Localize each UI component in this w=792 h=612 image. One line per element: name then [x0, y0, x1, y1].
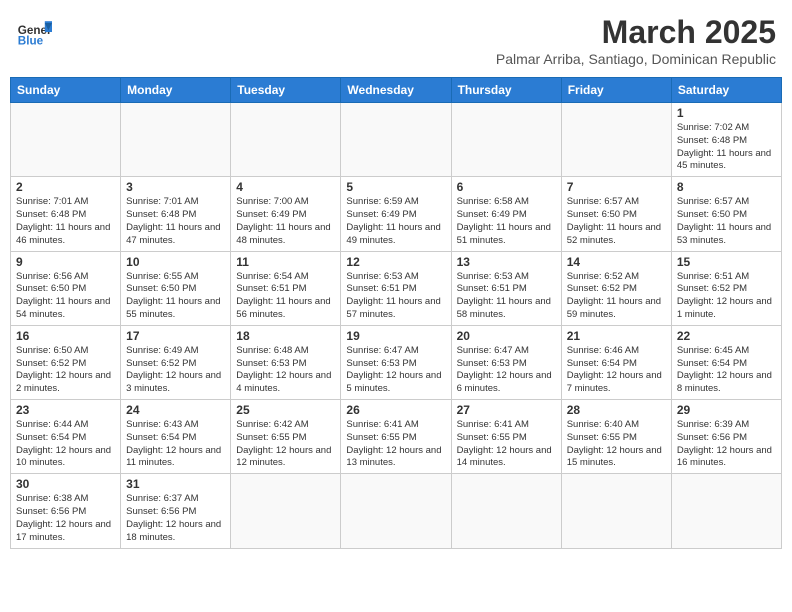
day-13: 13 Sunrise: 6:53 AMSunset: 6:51 PMDaylig… — [451, 251, 561, 325]
day-18: 18 Sunrise: 6:48 AMSunset: 6:53 PMDaylig… — [231, 325, 341, 399]
day-12: 12 Sunrise: 6:53 AMSunset: 6:51 PMDaylig… — [341, 251, 451, 325]
title-section: March 2025 Palmar Arriba, Santiago, Domi… — [496, 14, 776, 67]
day-15: 15 Sunrise: 6:51 AMSunset: 6:52 PMDaylig… — [671, 251, 781, 325]
day-25: 25 Sunrise: 6:42 AMSunset: 6:55 PMDaylig… — [231, 400, 341, 474]
empty-cell — [231, 103, 341, 177]
day-24: 24 Sunrise: 6:43 AMSunset: 6:54 PMDaylig… — [121, 400, 231, 474]
day-31: 31 Sunrise: 6:37 AMSunset: 6:56 PMDaylig… — [121, 474, 231, 548]
header-saturday: Saturday — [671, 78, 781, 103]
day-19: 19 Sunrise: 6:47 AMSunset: 6:53 PMDaylig… — [341, 325, 451, 399]
calendar-row-5: 23 Sunrise: 6:44 AMSunset: 6:54 PMDaylig… — [11, 400, 782, 474]
empty-cell — [121, 103, 231, 177]
empty-cell — [11, 103, 121, 177]
day-1: 1 Sunrise: 7:02 AM Sunset: 6:48 PM Dayli… — [671, 103, 781, 177]
empty-cell — [671, 474, 781, 548]
day-14: 14 Sunrise: 6:52 AMSunset: 6:52 PMDaylig… — [561, 251, 671, 325]
day-17: 17 Sunrise: 6:49 AMSunset: 6:52 PMDaylig… — [121, 325, 231, 399]
day-7: 7 Sunrise: 6:57 AMSunset: 6:50 PMDayligh… — [561, 177, 671, 251]
month-year-title: March 2025 — [496, 14, 776, 51]
location-subtitle: Palmar Arriba, Santiago, Dominican Repub… — [496, 51, 776, 67]
day-26: 26 Sunrise: 6:41 AMSunset: 6:55 PMDaylig… — [341, 400, 451, 474]
day-8: 8 Sunrise: 6:57 AMSunset: 6:50 PMDayligh… — [671, 177, 781, 251]
calendar-row-3: 9 Sunrise: 6:56 AMSunset: 6:50 PMDayligh… — [11, 251, 782, 325]
calendar-row-6: 30 Sunrise: 6:38 AMSunset: 6:56 PMDaylig… — [11, 474, 782, 548]
day-11: 11 Sunrise: 6:54 AMSunset: 6:51 PMDaylig… — [231, 251, 341, 325]
day-9: 9 Sunrise: 6:56 AMSunset: 6:50 PMDayligh… — [11, 251, 121, 325]
empty-cell — [451, 103, 561, 177]
day-27: 27 Sunrise: 6:41 AMSunset: 6:55 PMDaylig… — [451, 400, 561, 474]
header-wednesday: Wednesday — [341, 78, 451, 103]
day-2: 2 Sunrise: 7:01 AMSunset: 6:48 PMDayligh… — [11, 177, 121, 251]
day-6: 6 Sunrise: 6:58 AMSunset: 6:49 PMDayligh… — [451, 177, 561, 251]
day-5: 5 Sunrise: 6:59 AMSunset: 6:49 PMDayligh… — [341, 177, 451, 251]
empty-cell — [341, 103, 451, 177]
day-3: 3 Sunrise: 7:01 AMSunset: 6:48 PMDayligh… — [121, 177, 231, 251]
empty-cell — [231, 474, 341, 548]
day-28: 28 Sunrise: 6:40 AMSunset: 6:55 PMDaylig… — [561, 400, 671, 474]
calendar-table: Sunday Monday Tuesday Wednesday Thursday… — [10, 77, 782, 549]
empty-cell — [561, 474, 671, 548]
day-20: 20 Sunrise: 6:47 AMSunset: 6:53 PMDaylig… — [451, 325, 561, 399]
calendar-row-4: 16 Sunrise: 6:50 AMSunset: 6:52 PMDaylig… — [11, 325, 782, 399]
header-thursday: Thursday — [451, 78, 561, 103]
empty-cell — [341, 474, 451, 548]
day-29: 29 Sunrise: 6:39 AMSunset: 6:56 PMDaylig… — [671, 400, 781, 474]
day-23: 23 Sunrise: 6:44 AMSunset: 6:54 PMDaylig… — [11, 400, 121, 474]
calendar-row-2: 2 Sunrise: 7:01 AMSunset: 6:48 PMDayligh… — [11, 177, 782, 251]
day-16: 16 Sunrise: 6:50 AMSunset: 6:52 PMDaylig… — [11, 325, 121, 399]
empty-cell — [561, 103, 671, 177]
logo-icon: General Blue — [16, 14, 52, 50]
empty-cell — [451, 474, 561, 548]
day-4: 4 Sunrise: 7:00 AMSunset: 6:49 PMDayligh… — [231, 177, 341, 251]
day-22: 22 Sunrise: 6:45 AMSunset: 6:54 PMDaylig… — [671, 325, 781, 399]
day-21: 21 Sunrise: 6:46 AMSunset: 6:54 PMDaylig… — [561, 325, 671, 399]
header-monday: Monday — [121, 78, 231, 103]
weekday-header-row: Sunday Monday Tuesday Wednesday Thursday… — [11, 78, 782, 103]
day-30: 30 Sunrise: 6:38 AMSunset: 6:56 PMDaylig… — [11, 474, 121, 548]
page-header: General Blue March 2025 Palmar Arriba, S… — [10, 10, 782, 71]
header-sunday: Sunday — [11, 78, 121, 103]
svg-text:Blue: Blue — [18, 35, 44, 48]
logo: General Blue — [16, 14, 52, 50]
header-friday: Friday — [561, 78, 671, 103]
day-10: 10 Sunrise: 6:55 AMSunset: 6:50 PMDaylig… — [121, 251, 231, 325]
header-tuesday: Tuesday — [231, 78, 341, 103]
calendar-row-1: 1 Sunrise: 7:02 AM Sunset: 6:48 PM Dayli… — [11, 103, 782, 177]
